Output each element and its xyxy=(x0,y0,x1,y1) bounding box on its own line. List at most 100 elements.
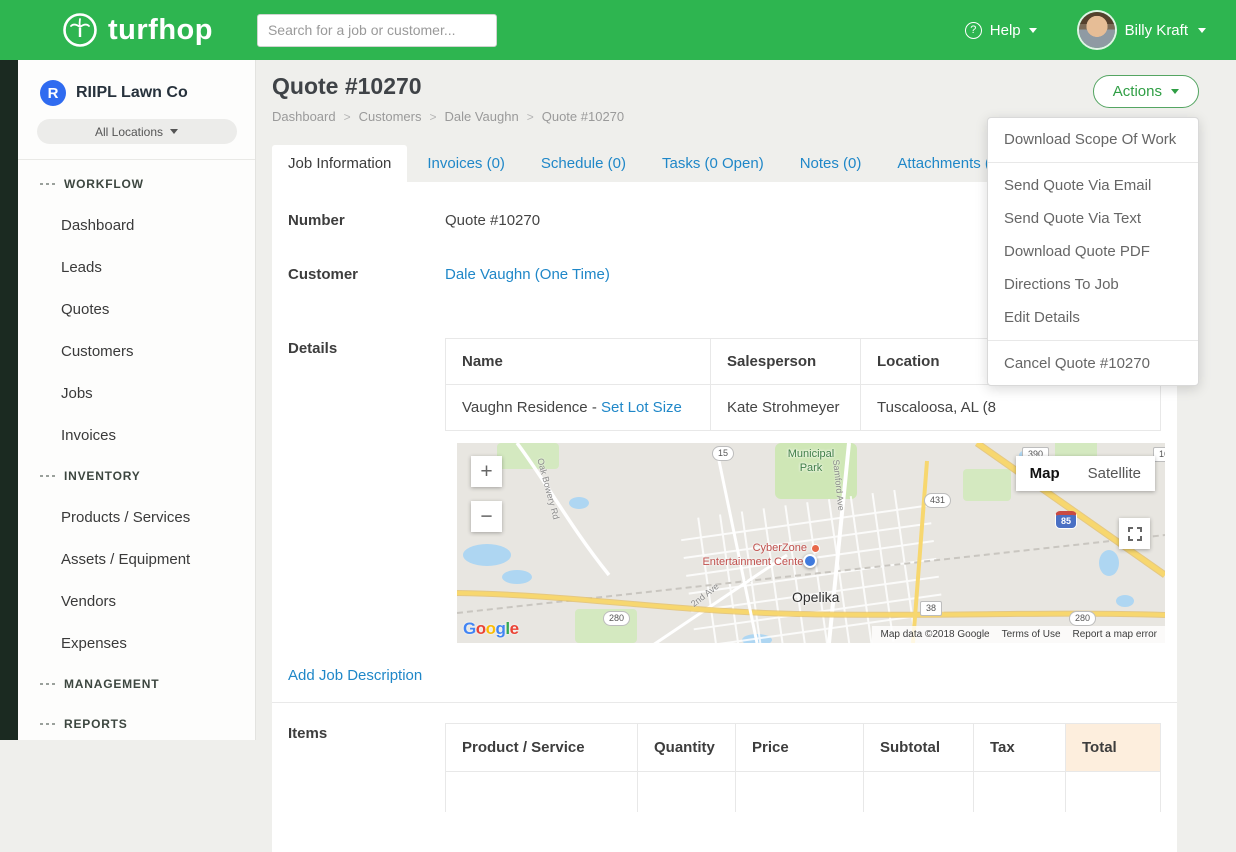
turfhop-logo-icon xyxy=(60,10,100,50)
poi-marker-icon xyxy=(811,544,820,553)
menu-divider xyxy=(988,162,1198,163)
page-title: Quote #10270 xyxy=(272,73,1236,100)
menu-item-send-quote-text[interactable]: Send Quote Via Text xyxy=(988,202,1198,235)
job-location-marker[interactable] xyxy=(803,554,817,568)
tab-invoices[interactable]: Invoices (0) xyxy=(411,145,521,182)
terms-of-use-link[interactable]: Terms of Use xyxy=(1002,629,1061,640)
user-name: Billy Kraft xyxy=(1125,22,1188,39)
menu-item-download-quote-pdf[interactable]: Download Quote PDF xyxy=(988,235,1198,268)
brand-logo[interactable]: turfhop xyxy=(60,10,213,50)
items-table-row xyxy=(446,772,1161,812)
items-header-quantity: Quantity xyxy=(638,724,736,772)
items-header-total: Total xyxy=(1066,724,1161,772)
help-menu[interactable]: ? Help xyxy=(965,22,1037,39)
chevron-down-icon xyxy=(170,129,178,134)
actions-button[interactable]: Actions xyxy=(1093,75,1199,108)
actions-dropdown-menu: Download Scope Of Work Send Quote Via Em… xyxy=(987,117,1199,386)
tab-job-information[interactable]: Job Information xyxy=(272,145,407,182)
tab-schedule[interactable]: Schedule (0) xyxy=(525,145,642,182)
items-header-price: Price xyxy=(736,724,864,772)
set-lot-size-link[interactable]: Set Lot Size xyxy=(601,399,682,416)
customer-label: Customer xyxy=(288,264,445,283)
breadcrumb-customer-name[interactable]: Dale Vaughn xyxy=(445,109,519,124)
map-type-satellite-button[interactable]: Satellite xyxy=(1074,465,1155,482)
details-header-name: Name xyxy=(446,339,711,385)
items-label: Items xyxy=(288,723,445,742)
user-menu[interactable]: Billy Kraft xyxy=(1079,12,1206,48)
breadcrumb-separator-icon xyxy=(429,109,436,124)
section-dashes-icon xyxy=(40,683,55,685)
menu-divider xyxy=(988,340,1198,341)
map-label-cyberzone: CyberZone Entertainment Center xyxy=(657,541,807,570)
question-circle-icon: ? xyxy=(965,22,982,39)
map-fullscreen-button[interactable] xyxy=(1119,518,1150,549)
sidebar-item-assets-equipment[interactable]: Assets / Equipment xyxy=(18,538,255,580)
google-logo[interactable]: Google xyxy=(463,619,519,639)
section-dashes-icon xyxy=(40,475,55,477)
items-header-product-service: Product / Service xyxy=(446,724,638,772)
route-shield-38: 38 xyxy=(920,601,942,616)
menu-item-download-scope[interactable]: Download Scope Of Work xyxy=(988,123,1198,156)
section-inventory[interactable]: INVENTORY xyxy=(18,456,255,496)
menu-item-edit-details[interactable]: Edit Details xyxy=(988,301,1198,334)
menu-item-send-quote-email[interactable]: Send Quote Via Email xyxy=(988,169,1198,202)
sidebar-item-vendors[interactable]: Vendors xyxy=(18,580,255,622)
sidebar-item-expenses[interactable]: Expenses xyxy=(18,622,255,664)
chevron-down-icon xyxy=(1171,89,1179,94)
breadcrumb-dashboard[interactable]: Dashboard xyxy=(272,109,336,124)
details-table-row: Vaughn Residence - Set Lot Size Kate Str… xyxy=(446,385,1161,431)
map-type-map-button[interactable]: Map xyxy=(1016,465,1074,482)
sidebar-nav: WORKFLOW Dashboard Leads Quotes Customer… xyxy=(18,160,255,744)
section-workflow[interactable]: WORKFLOW xyxy=(18,164,255,204)
section-management[interactable]: MANAGEMENT xyxy=(18,664,255,704)
tab-notes[interactable]: Notes (0) xyxy=(784,145,878,182)
breadcrumb-current: Quote #10270 xyxy=(542,109,624,124)
sidebar-item-customers[interactable]: Customers xyxy=(18,330,255,372)
interstate-shield-85: 85 xyxy=(1055,511,1077,529)
menu-item-cancel-quote[interactable]: Cancel Quote #10270 xyxy=(988,347,1198,380)
items-row: Items Product / Service Quantity Price S… xyxy=(272,703,1177,812)
details-header-salesperson: Salesperson xyxy=(711,339,861,385)
help-label: Help xyxy=(990,22,1021,39)
details-label: Details xyxy=(288,338,445,357)
chevron-down-icon xyxy=(1198,28,1206,33)
sidebar-item-leads[interactable]: Leads xyxy=(18,246,255,288)
tab-tasks[interactable]: Tasks (0 Open) xyxy=(646,145,780,182)
report-map-error-link[interactable]: Report a map error xyxy=(1073,629,1157,640)
sidebar-item-jobs[interactable]: Jobs xyxy=(18,372,255,414)
top-header: turfhop ? Help Billy Kraft xyxy=(0,0,1236,60)
chevron-down-icon xyxy=(1029,28,1037,33)
customer-name-link[interactable]: Dale Vaughn xyxy=(445,266,531,283)
items-header-subtotal: Subtotal xyxy=(864,724,974,772)
number-value: Quote #10270 xyxy=(445,210,540,229)
menu-item-directions-to-job[interactable]: Directions To Job xyxy=(988,268,1198,301)
breadcrumb-separator-icon xyxy=(527,109,534,124)
section-reports[interactable]: REPORTS xyxy=(18,704,255,744)
sidebar-item-quotes[interactable]: Quotes xyxy=(18,288,255,330)
details-cell-salesperson: Kate Strohmeyer xyxy=(711,385,861,431)
details-cell-location: Tuscaloosa, AL (8 xyxy=(861,385,1161,431)
map-zoom-out-button[interactable]: − xyxy=(471,501,502,532)
global-search-input[interactable] xyxy=(257,14,497,47)
sidebar-item-products-services[interactable]: Products / Services xyxy=(18,496,255,538)
map-attribution: Map data ©2018 Google Terms of Use Repor… xyxy=(872,626,1165,643)
sidebar-item-dashboard[interactable]: Dashboard xyxy=(18,204,255,246)
map-zoom-in-button[interactable]: + xyxy=(471,456,502,487)
add-job-description-link[interactable]: Add Job Description xyxy=(288,667,422,684)
section-dashes-icon xyxy=(40,183,55,185)
locations-selector[interactable]: All Locations xyxy=(37,119,237,144)
details-cell-name: Vaughn Residence - Set Lot Size xyxy=(446,385,711,431)
route-shield-280-east: 280 xyxy=(1069,611,1096,626)
number-label: Number xyxy=(288,210,445,229)
section-dashes-icon xyxy=(40,723,55,725)
company-name: RIIPL Lawn Co xyxy=(76,84,188,102)
sidebar-item-invoices[interactable]: Invoices xyxy=(18,414,255,456)
map-data-credit: Map data ©2018 Google xyxy=(880,629,989,640)
route-shield-15: 15 xyxy=(712,446,734,461)
breadcrumb-customers[interactable]: Customers xyxy=(359,109,422,124)
company-header[interactable]: R RIIPL Lawn Co xyxy=(18,60,255,106)
job-location-map[interactable]: Municipal Park CyberZone Entertainment C… xyxy=(457,443,1165,643)
map-label-opelika: Opelika xyxy=(792,589,839,605)
items-table: Product / Service Quantity Price Subtota… xyxy=(445,723,1161,812)
customer-type-link[interactable]: (One Time) xyxy=(535,266,610,283)
